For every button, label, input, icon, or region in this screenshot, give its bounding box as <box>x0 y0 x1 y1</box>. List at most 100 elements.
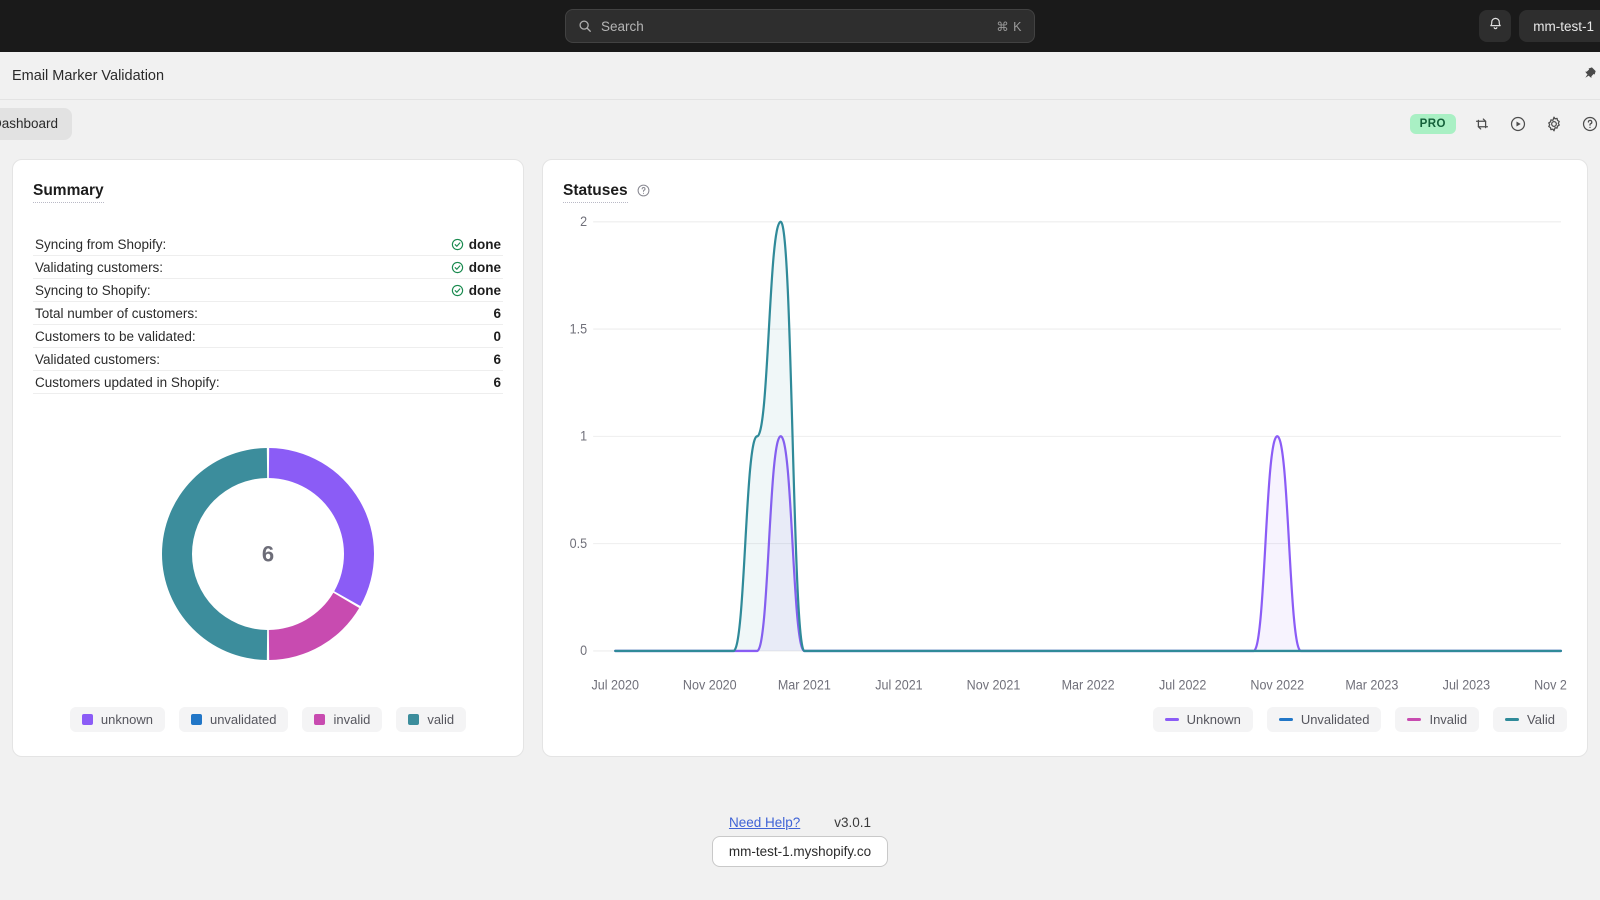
legend-item-label: valid <box>427 712 454 727</box>
summary-row-label: Validated customers: <box>35 352 160 367</box>
legend-item-label: Unvalidated <box>1301 712 1370 727</box>
x-axis-tick-label: Nov 2022 <box>1250 677 1304 693</box>
legend-item-label: Unknown <box>1187 712 1241 727</box>
notifications-button[interactable] <box>1479 10 1511 42</box>
summary-row: Syncing from Shopify:done <box>33 233 503 256</box>
footer: Need Help? v3.0.1 mm-test-1.myshopify.co <box>0 815 1600 867</box>
pin-icon[interactable] <box>1583 66 1598 86</box>
sync-icon[interactable] <box>1472 114 1492 134</box>
legend-item-label: Valid <box>1527 712 1555 727</box>
legend-item[interactable]: unknown <box>70 707 165 732</box>
donut-svg: 6 <box>152 438 384 670</box>
y-axis-tick-label: 1.5 <box>570 321 587 337</box>
tab-bar: Dashboard PRO <box>0 99 1600 147</box>
legend-item-label: Invalid <box>1429 712 1467 727</box>
donut-segment[interactable] <box>269 448 374 606</box>
shop-domain-pill[interactable]: mm-test-1.myshopify.co <box>712 836 888 867</box>
legend-color-swatch <box>1407 718 1421 721</box>
statuses-chart: 00.511.52Jul 2020Nov 2020Mar 2021Jul 202… <box>563 211 1567 707</box>
y-axis-tick-label: 1 <box>580 428 587 444</box>
summary-legend: unknown unvalidated invalid valid <box>33 707 503 738</box>
summary-row: Total number of customers: 6 <box>33 302 503 325</box>
summary-row-label: Total number of customers: <box>35 306 198 321</box>
check-circle-icon <box>451 284 464 297</box>
y-axis-tick-label: 2 <box>580 214 587 230</box>
search-placeholder: Search <box>601 19 987 34</box>
play-circle-icon[interactable] <box>1508 114 1528 134</box>
statuses-legend: Unknown Unvalidated Invalid Valid <box>563 707 1567 738</box>
legend-item[interactable]: unvalidated <box>179 707 289 732</box>
legend-color-swatch <box>191 714 202 725</box>
summary-table: Syncing from Shopify:doneValidating cust… <box>33 233 503 394</box>
main-content: Summary Syncing from Shopify:doneValidat… <box>0 147 1600 757</box>
legend-item[interactable]: valid <box>396 707 466 732</box>
legend-item[interactable]: Valid <box>1493 707 1567 732</box>
tab-bar-actions: PRO <box>1410 114 1592 134</box>
page-title: Email Marker Validation <box>12 68 164 84</box>
summary-row: Syncing to Shopify:done <box>33 279 503 302</box>
legend-color-swatch <box>1279 718 1293 721</box>
summary-row: Validating customers: done <box>33 256 503 279</box>
summary-row-value: 6 <box>493 352 501 367</box>
need-help-link[interactable]: Need Help? <box>729 815 800 830</box>
help-circle-icon[interactable] <box>1580 114 1600 134</box>
check-circle-icon <box>451 238 464 251</box>
summary-row-value: done <box>451 283 501 298</box>
legend-item-label: invalid <box>333 712 370 727</box>
legend-item[interactable]: Unvalidated <box>1267 707 1382 732</box>
summary-row-label: Validating customers: <box>35 260 163 275</box>
x-axis-tick-label: Mar 2021 <box>778 677 831 693</box>
check-circle-icon <box>451 261 464 274</box>
legend-color-swatch <box>82 714 93 725</box>
summary-row-value: 0 <box>493 329 501 344</box>
x-axis-tick-label: Jul 2023 <box>1443 677 1490 693</box>
x-axis-tick-label: Nov 2023 <box>1534 677 1567 693</box>
x-axis-tick-label: Jul 2020 <box>591 677 638 693</box>
search-shortcut-hint: ⌘ K <box>996 19 1022 34</box>
summary-row-value: done <box>451 260 501 275</box>
legend-color-swatch <box>1165 718 1179 721</box>
legend-color-swatch <box>408 714 419 725</box>
summary-row-value-text: 0 <box>493 329 501 344</box>
donut-segment[interactable] <box>162 448 267 660</box>
version-label: v3.0.1 <box>834 815 871 830</box>
app-title-bar: Email Marker Validation <box>0 52 1600 99</box>
x-axis-tick-label: Mar 2023 <box>1345 677 1398 693</box>
summary-row-value: 6 <box>493 306 501 321</box>
summary-row: Validated customers: 6 <box>33 348 503 371</box>
tab-dashboard[interactable]: Dashboard <box>0 108 72 140</box>
x-axis-tick-label: Jul 2022 <box>1159 677 1206 693</box>
legend-color-swatch <box>1505 718 1519 721</box>
legend-item[interactable]: Invalid <box>1395 707 1479 732</box>
legend-item[interactable]: invalid <box>302 707 382 732</box>
help-circle-icon[interactable] <box>636 183 651 203</box>
legend-item[interactable]: Unknown <box>1153 707 1253 732</box>
tab-dashboard-label: Dashboard <box>0 116 58 131</box>
summary-row: Customers updated in Shopify:6 <box>33 371 503 394</box>
footer-links: Need Help? v3.0.1 <box>729 815 871 830</box>
donut-segment[interactable] <box>269 592 359 659</box>
x-axis-tick-label: Nov 2020 <box>683 677 737 693</box>
gear-icon[interactable] <box>1544 114 1564 134</box>
donut-chart: 6 <box>33 400 503 707</box>
top-bar: Search ⌘ K mm-test-1 <box>0 0 1600 52</box>
user-name: mm-test-1 <box>1533 19 1594 34</box>
summary-title: Summary <box>33 182 104 203</box>
legend-item-label: unknown <box>101 712 153 727</box>
statuses-card: Statuses 00.511.52Jul 2020Nov 2020Mar 20… <box>542 159 1588 757</box>
x-axis-tick-label: Nov 2021 <box>967 677 1021 693</box>
summary-row-value: done <box>451 237 501 252</box>
y-axis-tick-label: 0.5 <box>570 536 587 552</box>
summary-row-value-text: done <box>469 237 501 252</box>
search-input[interactable]: Search ⌘ K <box>565 9 1035 43</box>
statuses-header: Statuses <box>563 182 1567 203</box>
summary-row-value-text: done <box>469 260 501 275</box>
summary-row-label: Customers to be validated: <box>35 329 196 344</box>
legend-color-swatch <box>314 714 325 725</box>
top-bar-right: mm-test-1 <box>1479 0 1600 52</box>
summary-row: Customers to be validated: 0 <box>33 325 503 348</box>
donut-center-value: 6 <box>262 541 274 566</box>
summary-row-value-text: done <box>469 283 501 298</box>
summary-row-value-text: 6 <box>493 352 501 367</box>
user-menu[interactable]: mm-test-1 <box>1519 10 1600 42</box>
